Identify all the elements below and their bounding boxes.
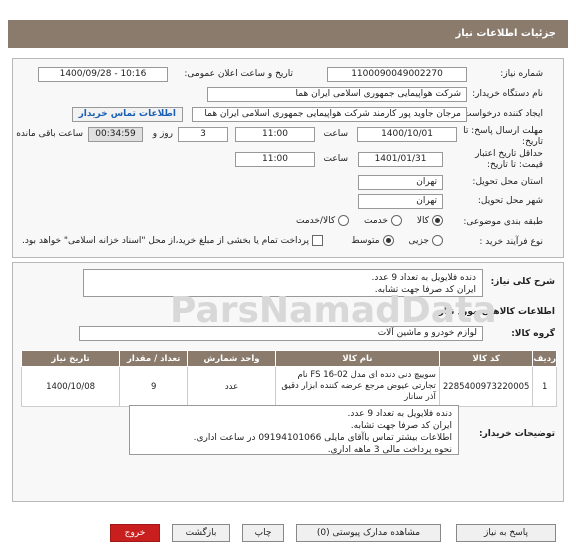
back-button[interactable]: بازگشت (172, 524, 230, 542)
cell-code: 2285400973220005 (438, 366, 534, 407)
category-option-service[interactable]: خدمت (364, 215, 402, 226)
col-row: ردیف (532, 350, 557, 367)
cell-date: 1400/10/08 (20, 366, 121, 407)
creator-field: مرجان جاوید پور کارمند شرکت هواپیمایی جم… (192, 107, 467, 122)
category-radio-group: کالا خدمت کالا/خدمت (284, 215, 443, 226)
checkbox-icon[interactable] (312, 235, 323, 246)
validity-time-label: ساعت (323, 154, 349, 164)
notes-textarea: دنده فلایویل به تعداد 9 عدد. ایران کد صر… (129, 405, 459, 455)
treasury-payment-option[interactable]: پرداخت تمام یا بخشی از مبلغ خرید،از محل … (22, 235, 323, 246)
treasury-payment-note: پرداخت تمام یا بخشی از مبلغ خرید،از محل … (21, 236, 309, 246)
days-label: روز و (152, 129, 173, 139)
deadline-time-label: ساعت (323, 129, 349, 139)
radio-selected-icon[interactable] (382, 235, 394, 246)
notes-label: توضیحات خریدار: (479, 429, 555, 439)
cell-unit: عدد (187, 366, 276, 407)
radio-selected-icon[interactable] (432, 215, 443, 226)
validity-time-field: 11:00 (235, 152, 315, 167)
cell-name: سوییچ دنی دنده ای مدل FS 16-02 نام تجارت… (274, 366, 440, 407)
process-option-minor[interactable]: جزیی (408, 235, 443, 246)
col-unit: واحد شمارش (187, 350, 276, 367)
notes-line: دنده فلایویل به تعداد 9 عدد. (347, 409, 452, 419)
reply-button[interactable]: پاسخ به نیاز (456, 524, 556, 542)
remaining-time-field: 00:34:59 (88, 127, 143, 142)
city-field: تهران (358, 194, 443, 209)
deadline-label: مهلت ارسال پاسخ: تا تاریخ: (463, 126, 543, 147)
need-info-panel: شماره نیاز: 1100090049002270 تاریخ و ساع… (12, 58, 564, 258)
notes-line: نحوه پرداخت مالی 3 ماهه اداری. (327, 445, 452, 455)
process-radio-group: جزیی متوسط (339, 235, 443, 246)
category-option-goods[interactable]: کالا (417, 215, 443, 226)
validity-date-field: 1401/01/31 (358, 152, 443, 167)
goods-table: ردیف کد کالا نام کالا واحد شمارش تعداد /… (20, 350, 557, 407)
category-label: طبقه بندی موضوعی: (463, 217, 543, 227)
notes-line: اطلاعات بیشتر تماس باآقای مایلی 09194101… (193, 433, 452, 443)
notes-line: ایران کد صرفا جهت تشابه. (350, 421, 452, 431)
radio-icon[interactable] (390, 215, 402, 226)
summary-label: شرح کلی نیاز: (490, 277, 555, 287)
cell-row: 1 (532, 366, 557, 407)
table-header-row: ردیف کد کالا نام کالا واحد شمارش تعداد /… (20, 350, 557, 367)
category-option-goods-service[interactable]: کالا/خدمت (296, 215, 350, 226)
process-label: نوع فرآیند خرید : (479, 237, 543, 247)
province-field: تهران (358, 175, 443, 190)
days-field: 3 (178, 127, 228, 142)
need-number-field: 1100090049002270 (327, 67, 467, 82)
exit-button[interactable]: خروج (110, 524, 160, 542)
col-qty: تعداد / مقدار (119, 350, 189, 367)
deadline-date-field: 1400/10/01 (357, 127, 457, 142)
province-label: استان محل تحویل: (472, 177, 543, 187)
col-name: نام کالا (274, 350, 440, 367)
col-date: تاریخ نیاز (20, 350, 121, 367)
deadline-time-field: 11:00 (235, 127, 315, 142)
attachments-button[interactable]: مشاهده مدارک پیوستی (0) (296, 524, 441, 542)
group-label: گروه کالا: (511, 329, 555, 339)
radio-icon[interactable] (338, 215, 350, 226)
buyer-contact-link[interactable]: اطلاعات تماس خریدار (71, 107, 183, 122)
buyer-field: شرکت هواپیمایی جمهوری اسلامی ایران هما (207, 87, 467, 102)
radio-icon[interactable] (432, 235, 443, 246)
announce-label: تاریخ و ساعت اعلان عمومی: (184, 69, 293, 79)
page-title: جزئیات اطلاعات نیاز (455, 28, 556, 39)
remaining-label: ساعت باقی مانده (16, 129, 83, 139)
buyer-label: نام دستگاه خریدار: (472, 89, 543, 99)
city-label: شهر محل تحویل: (477, 196, 543, 206)
page-header: جزئیات اطلاعات نیاز (8, 20, 568, 48)
col-code: کد کالا (438, 350, 534, 367)
validity-label: حداقل تاریخ اعتبار قیمت: تا تاریخ: (475, 149, 543, 170)
need-number-label: شماره نیاز: (500, 69, 543, 79)
process-option-medium[interactable]: متوسط (351, 235, 394, 246)
announce-datetime-field: 1400/09/28 - 10:16 (38, 67, 168, 82)
print-button[interactable]: چاپ (242, 524, 284, 542)
watermark-logo: ParsNamadData (170, 290, 497, 331)
cell-qty: 9 (119, 366, 189, 407)
creator-label: ایجاد کننده درخواست: (460, 109, 543, 119)
summary-line: دنده فلایویل به تعداد 9 عدد. (371, 273, 476, 283)
table-row[interactable]: 1 2285400973220005 سوییچ دنی دنده ای مدل… (20, 366, 557, 407)
